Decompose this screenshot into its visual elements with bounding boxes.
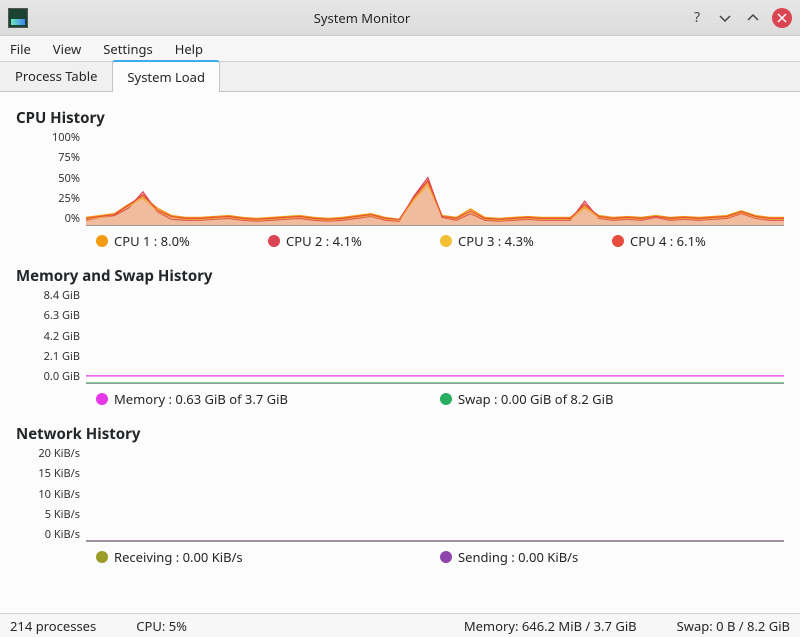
cpu-plot — [86, 130, 784, 226]
legend-label: Swap : 0.00 GiB of 8.2 GiB — [458, 390, 613, 408]
maximize-button[interactable] — [744, 9, 762, 27]
legend-label: CPU 3 : 4.3% — [458, 232, 534, 250]
menu-settings[interactable]: Settings — [103, 40, 152, 58]
ytick: 15 KiB/s — [38, 466, 80, 481]
tabbar: Process Table System Load — [0, 62, 800, 92]
legend-item: CPU 2 : 4.1% — [268, 232, 440, 250]
status-memory: Memory: 646.2 MiB / 3.7 GiB — [464, 617, 637, 635]
content: CPU History 100% 75% 50% 25% 0% CPU 1 : … — [0, 92, 800, 576]
window-controls: ? — [688, 8, 792, 28]
menubar: File View Settings Help — [0, 36, 800, 62]
legend-item: Receiving : 0.00 KiB/s — [96, 548, 440, 566]
menu-view[interactable]: View — [53, 40, 81, 58]
legend-item: CPU 1 : 8.0% — [96, 232, 268, 250]
network-plot — [86, 446, 784, 542]
legend-dot-icon — [440, 551, 452, 563]
close-button[interactable] — [772, 8, 792, 28]
legend-dot-icon — [612, 235, 624, 247]
network-yaxis: 20 KiB/s 15 KiB/s 10 KiB/s 5 KiB/s 0 KiB… — [16, 446, 86, 542]
cpu-title: CPU History — [16, 108, 784, 128]
ytick: 100% — [52, 130, 80, 145]
memory-plot — [86, 288, 784, 384]
ytick: 4.2 GiB — [44, 329, 80, 344]
legend-dot-icon — [96, 235, 108, 247]
menu-file[interactable]: File — [10, 40, 31, 58]
legend-label: CPU 2 : 4.1% — [286, 232, 362, 250]
status-cpu: CPU: 5% — [136, 617, 187, 635]
legend-label: Memory : 0.63 GiB of 3.7 GiB — [114, 390, 288, 408]
ytick: 50% — [58, 171, 80, 186]
legend-dot-icon — [96, 393, 108, 405]
cpu-legend: CPU 1 : 8.0% CPU 2 : 4.1% CPU 3 : 4.3% C… — [16, 226, 784, 260]
ytick: 75% — [58, 150, 80, 165]
legend-label: CPU 4 : 6.1% — [630, 232, 706, 250]
status-processes: 214 processes — [10, 617, 96, 635]
legend-item: CPU 3 : 4.3% — [440, 232, 612, 250]
memory-chart: 8.4 GiB 6.3 GiB 4.2 GiB 2.1 GiB 0.0 GiB — [16, 288, 784, 384]
legend-item: CPU 4 : 6.1% — [612, 232, 784, 250]
tab-process-table[interactable]: Process Table — [0, 60, 112, 91]
ytick: 25% — [58, 191, 80, 206]
status-swap: Swap: 0 B / 8.2 GiB — [677, 617, 790, 635]
ytick: 10 KiB/s — [38, 487, 80, 502]
legend-dot-icon — [96, 551, 108, 563]
memory-title: Memory and Swap History — [16, 266, 784, 286]
legend-dot-icon — [440, 235, 452, 247]
ytick: 8.4 GiB — [44, 288, 80, 303]
help-button[interactable]: ? — [688, 9, 706, 27]
ytick: 2.1 GiB — [44, 349, 80, 364]
legend-label: Receiving : 0.00 KiB/s — [114, 548, 243, 566]
legend-label: CPU 1 : 8.0% — [114, 232, 190, 250]
legend-dot-icon — [440, 393, 452, 405]
ytick: 6.3 GiB — [44, 308, 80, 323]
app-icon — [8, 8, 28, 28]
ytick: 5 KiB/s — [45, 507, 80, 522]
legend-item: Sending : 0.00 KiB/s — [440, 548, 784, 566]
cpu-chart: 100% 75% 50% 25% 0% — [16, 130, 784, 226]
window-title: System Monitor — [36, 9, 688, 27]
legend-label: Sending : 0.00 KiB/s — [458, 548, 578, 566]
minimize-button[interactable] — [716, 9, 734, 27]
ytick: 20 KiB/s — [38, 446, 80, 461]
ytick: 0.0 GiB — [44, 369, 80, 384]
legend-dot-icon — [268, 235, 280, 247]
memory-legend: Memory : 0.63 GiB of 3.7 GiB Swap : 0.00… — [16, 384, 784, 418]
ytick: 0% — [65, 211, 80, 226]
memory-yaxis: 8.4 GiB 6.3 GiB 4.2 GiB 2.1 GiB 0.0 GiB — [16, 288, 86, 384]
network-title: Network History — [16, 424, 784, 444]
network-legend: Receiving : 0.00 KiB/s Sending : 0.00 Ki… — [16, 542, 784, 576]
ytick: 0 KiB/s — [45, 527, 80, 542]
titlebar: System Monitor ? — [0, 0, 800, 36]
legend-item: Swap : 0.00 GiB of 8.2 GiB — [440, 390, 784, 408]
statusbar: 214 processes CPU: 5% Memory: 646.2 MiB … — [0, 613, 800, 637]
cpu-yaxis: 100% 75% 50% 25% 0% — [16, 130, 86, 226]
network-chart: 20 KiB/s 15 KiB/s 10 KiB/s 5 KiB/s 0 KiB… — [16, 446, 784, 542]
tab-system-load[interactable]: System Load — [112, 60, 220, 92]
menu-help[interactable]: Help — [175, 40, 203, 58]
legend-item: Memory : 0.63 GiB of 3.7 GiB — [96, 390, 440, 408]
